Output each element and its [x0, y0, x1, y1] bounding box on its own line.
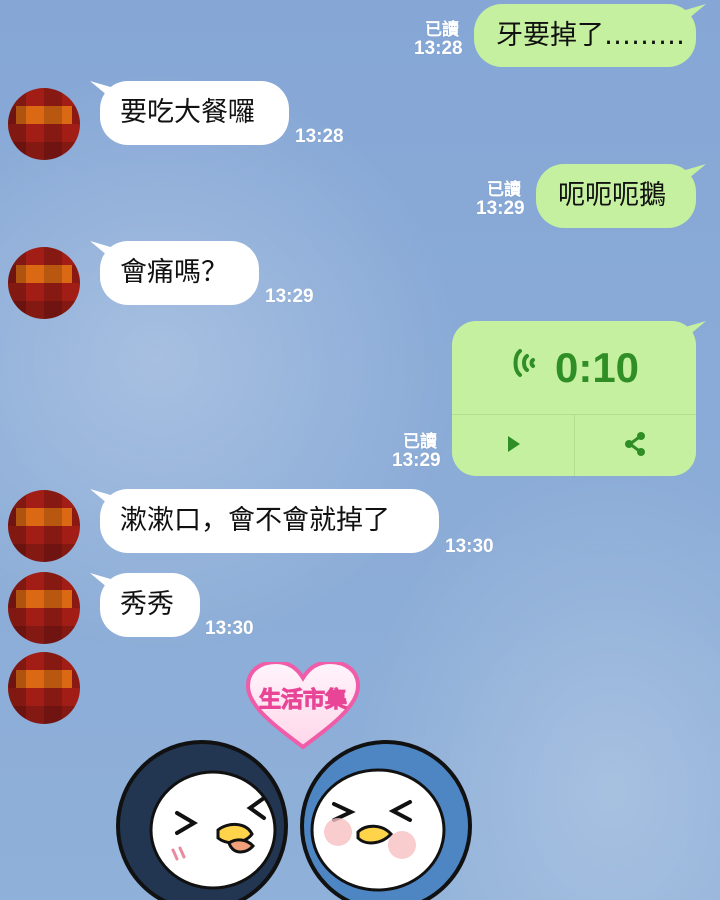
contact-avatar[interactable] — [8, 88, 80, 160]
sound-wave-icon — [509, 343, 545, 393]
incoming-message-bubble[interactable]: 會痛嗎？ — [100, 241, 259, 305]
message-row-3: 已讀 13:29 呃呃呃鵝 — [0, 160, 720, 232]
message-time: 13:29 — [392, 450, 441, 471]
sticker-label: 生活市集 — [259, 687, 348, 713]
incoming-message-bubble[interactable]: 要吃大餐囉 — [100, 81, 289, 145]
read-receipt: 已讀 — [403, 432, 437, 451]
message-text: 牙要掉了……… — [496, 19, 685, 51]
contact-avatar[interactable] — [8, 572, 80, 644]
message-text: 呃呃呃鵝 — [558, 180, 666, 212]
voice-message-summary: 0:10 — [452, 321, 696, 414]
play-button[interactable] — [452, 415, 574, 477]
message-row-6: 秀秀 13:30 — [0, 567, 720, 649]
heart-icon: 生活市集 — [245, 659, 361, 750]
message-text: 會痛嗎？ — [120, 257, 228, 289]
message-text: 漱漱口，會不會就掉了 — [120, 505, 390, 537]
incoming-message-bubble[interactable]: 秀秀 — [100, 573, 200, 637]
share-button[interactable] — [573, 415, 697, 477]
contact-avatar[interactable] — [8, 652, 80, 724]
outgoing-message-bubble[interactable]: 呃呃呃鵝 — [536, 164, 696, 228]
message-time: 13:29 — [476, 198, 525, 219]
message-text: 要吃大餐囉 — [120, 97, 255, 129]
read-receipt: 已讀 — [425, 20, 459, 39]
message-text: 秀秀 — [120, 589, 174, 621]
voice-duration: 0:10 — [554, 343, 640, 391]
voice-message-card[interactable]: 0:10 — [452, 321, 696, 477]
read-receipt: 已讀 — [487, 180, 521, 199]
message-time: 13:30 — [205, 618, 254, 639]
play-icon — [501, 432, 525, 460]
outgoing-message-bubble[interactable]: 牙要掉了……… — [474, 4, 696, 67]
right-penguin — [300, 740, 472, 900]
incoming-message-bubble[interactable]: 漱漱口，會不會就掉了 — [100, 489, 439, 553]
sticker-graphic: 生活市集 — [116, 659, 472, 900]
message-row-4: 會痛嗎？ 13:29 — [0, 235, 720, 319]
left-penguin — [116, 740, 288, 900]
message-row-2: 要吃大餐囉 13:28 — [0, 76, 720, 160]
message-time: 13:28 — [414, 38, 463, 59]
voice-message-actions — [452, 414, 696, 477]
contact-avatar[interactable] — [8, 490, 80, 562]
message-time: 13:29 — [265, 286, 314, 307]
message-time: 13:30 — [445, 536, 494, 557]
penguin-sticker[interactable]: 生活市集 — [110, 659, 490, 900]
contact-avatar[interactable] — [8, 247, 80, 319]
message-time: 13:28 — [295, 126, 344, 147]
share-icon — [621, 430, 649, 462]
message-row-1: 已讀 13:28 牙要掉了……… — [0, 0, 720, 72]
message-row-5: 漱漱口，會不會就掉了 13:30 — [0, 483, 720, 565]
